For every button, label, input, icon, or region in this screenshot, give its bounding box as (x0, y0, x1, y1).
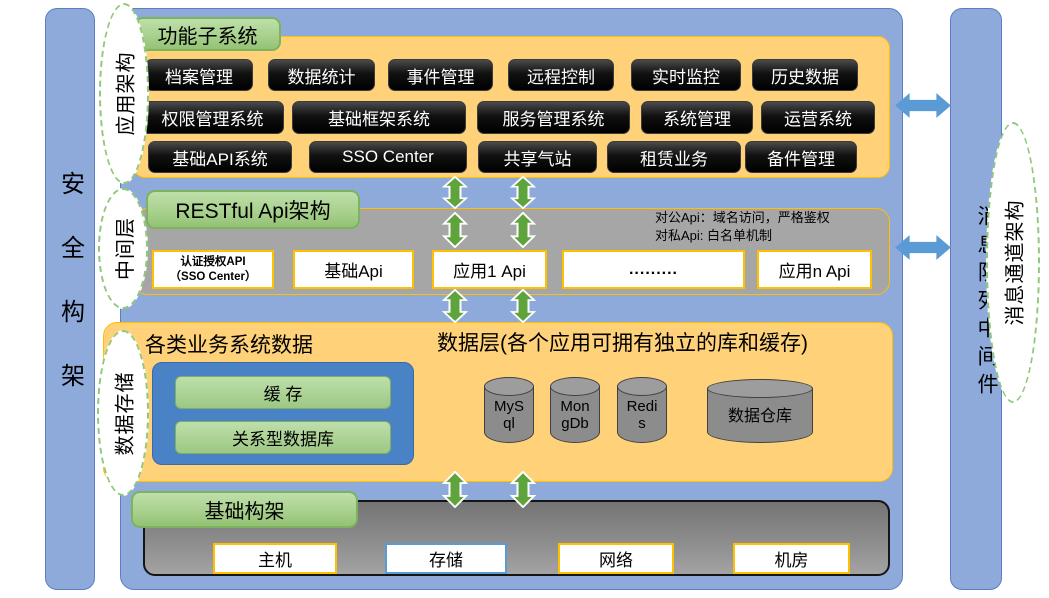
double-arrow-horizontal-icon (894, 90, 952, 121)
subsystem-box: 运营系统 (761, 101, 875, 134)
double-arrow-horizontal-icon (894, 232, 952, 263)
double-arrow-vertical-icon (510, 289, 536, 323)
data-storage-label: 数据存储 (109, 371, 138, 455)
cylinder-label: MySql (491, 399, 527, 433)
subsystem-box: SSO Center (309, 141, 467, 173)
infrastructure-label: 基础构架 (131, 491, 358, 528)
cylinder-label: MongDb (557, 399, 593, 433)
database-cylinder-mysql: MySql (484, 377, 534, 443)
subsystem-box: 事件管理 (388, 59, 493, 91)
appn-api-box: 应用n Api (757, 250, 872, 289)
subsystem-box: 历史数据 (752, 59, 858, 91)
double-arrow-vertical-icon (442, 289, 468, 323)
middle-layer-oval: 中间层 (98, 188, 148, 309)
database-cylinder-mongodb: MongDb (550, 377, 600, 443)
security-bar: 安全构架 (45, 8, 95, 590)
relational-db-box: 关系型数据库 (175, 421, 391, 454)
double-arrow-vertical-icon (510, 471, 536, 508)
network-box: 网络 (558, 543, 674, 574)
api-note-private: 对私Api: 白名单机制 (655, 227, 895, 245)
subsystems-label: 功能子系统 (134, 17, 281, 51)
server-room-box: 机房 (733, 543, 850, 574)
cylinder-label: Redis (624, 399, 660, 433)
application-architecture-oval: 应用架构 (99, 3, 149, 184)
auth-api-box: 认证授权API （SSO Center） (152, 250, 274, 289)
subsystem-box: 租赁业务 (607, 141, 741, 173)
base-api-box: 基础Api (293, 250, 414, 289)
host-box: 主机 (213, 543, 337, 574)
application-architecture-label: 应用架构 (110, 52, 139, 136)
subsystem-box: 服务管理系统 (477, 101, 630, 134)
middle-layer-label: 中间层 (109, 217, 138, 280)
double-arrow-vertical-icon (442, 176, 468, 209)
ellipsis-api-box: ......... (562, 250, 745, 289)
database-cylinder-warehouse: 数据仓库 (707, 379, 813, 443)
double-arrow-vertical-icon (510, 212, 536, 248)
subsystem-box: 权限管理系统 (141, 101, 284, 134)
subsystem-box: 数据统计 (268, 59, 375, 91)
business-data-heading: 各类业务系统数据 (145, 329, 313, 359)
subsystem-box: 实时监控 (631, 59, 741, 91)
double-arrow-vertical-icon (442, 471, 468, 508)
business-db-container: 缓 存 关系型数据库 (152, 362, 414, 465)
double-arrow-vertical-icon (442, 212, 468, 248)
data-storage-oval: 数据存储 (97, 330, 149, 496)
subsystem-box: 备件管理 (745, 141, 857, 173)
security-bar-label: 安全构架 (46, 9, 94, 589)
api-section-label: RESTful Api架构 (146, 190, 360, 229)
auth-api-line2: （SSO Center） (170, 270, 257, 284)
auth-api-line1: 认证授权API (180, 255, 245, 269)
architecture-diagram: 安全构架 消息队列中间件 功能子系统 档案管理 数据统计 事件管理 远程控制 实… (0, 0, 1049, 598)
subsystem-box: 远程控制 (508, 59, 614, 91)
subsystem-box: 系统管理 (641, 101, 753, 134)
subsystem-box: 基础API系统 (148, 141, 292, 173)
storage-box: 存储 (385, 543, 507, 574)
app1-api-box: 应用1 Api (432, 250, 547, 289)
subsystem-box: 共享气站 (478, 141, 597, 173)
database-cylinder-redis: Redis (617, 377, 667, 443)
api-policy-note: 对公Api：域名访问，严格鉴权 对私Api: 白名单机制 (655, 209, 895, 244)
message-channel-oval: 消息通道架构 (986, 122, 1040, 403)
double-arrow-vertical-icon (510, 176, 536, 209)
subsystem-box: 档案管理 (145, 59, 253, 91)
cylinder-label: 数据仓库 (715, 408, 805, 426)
api-note-public: 对公Api：域名访问，严格鉴权 (655, 209, 895, 227)
subsystem-box: 基础框架系统 (292, 101, 466, 134)
cache-box: 缓 存 (175, 376, 391, 409)
message-channel-label: 消息通道架构 (999, 200, 1028, 326)
data-layer-heading: 数据层(各个应用可拥有独立的库和缓存) (437, 327, 808, 357)
